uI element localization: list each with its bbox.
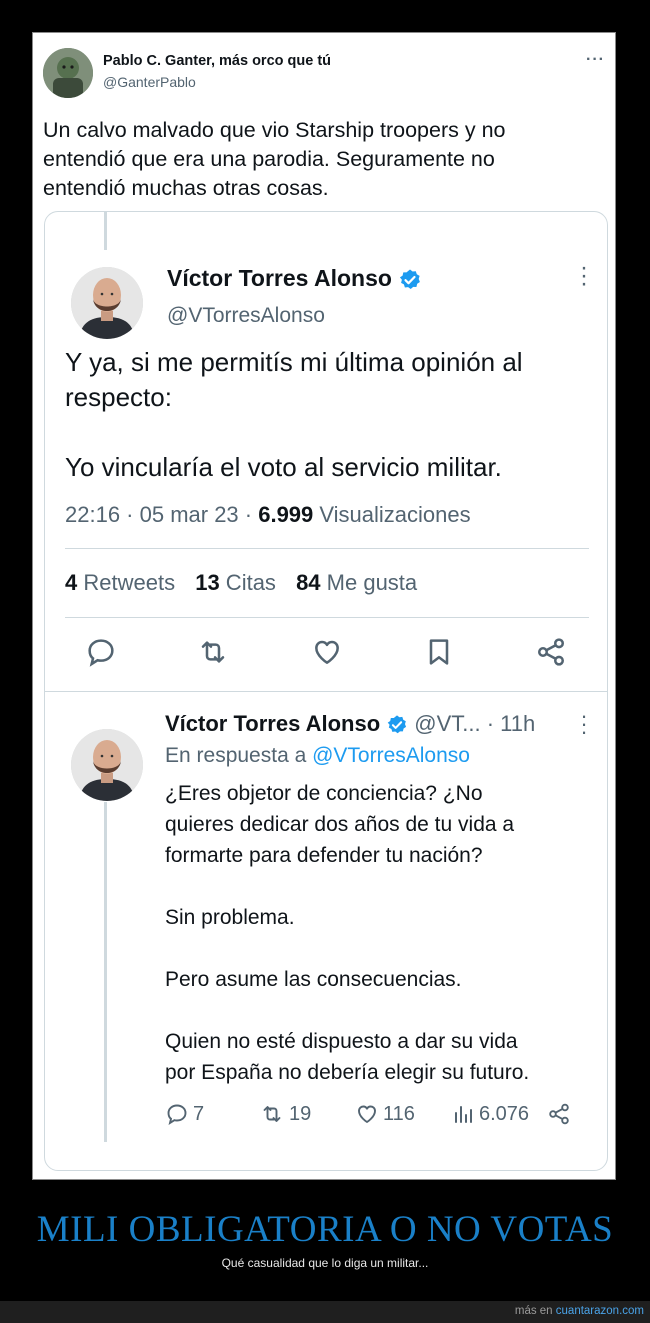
share-icon[interactable] bbox=[547, 1102, 571, 1126]
bald-man-avatar-icon bbox=[71, 729, 143, 801]
bald-man-avatar-icon bbox=[71, 267, 143, 339]
views-action[interactable]: 6.076 bbox=[451, 1102, 529, 1126]
quoted-author-name[interactable]: Víctor Torres Alonso bbox=[167, 265, 422, 292]
tweet-actions bbox=[65, 636, 589, 676]
reply-tweet-text: ¿Eres objetor de conciencia? ¿No quieres… bbox=[165, 782, 530, 1084]
reply-context: En respuesta a @VTorresAlonso bbox=[165, 744, 470, 768]
likes-count: 84 bbox=[296, 570, 321, 595]
views-count: 6.076 bbox=[479, 1102, 530, 1125]
reply-handle-time: @VT... · 11h bbox=[408, 711, 536, 736]
like-icon bbox=[358, 1105, 376, 1123]
bookmark-icon[interactable] bbox=[423, 636, 455, 668]
quoted-tweet-text: Y ya, si me permitís mi última opinión a… bbox=[65, 347, 523, 482]
like-count: 116 bbox=[383, 1102, 415, 1125]
reply-icon bbox=[167, 1104, 187, 1126]
reply-count: 7 bbox=[193, 1102, 205, 1125]
retweets-count: 4 bbox=[65, 570, 78, 595]
author-handle[interactable]: @GanterPablo bbox=[103, 74, 196, 90]
footer-bar: más en cuantarazon.com bbox=[0, 1301, 650, 1323]
reply-author[interactable]: Víctor Torres Alonso @VT... · 11h bbox=[165, 711, 535, 737]
retweet-icon bbox=[263, 1106, 281, 1122]
views-count: 6.999 bbox=[258, 502, 314, 527]
retweets-stat[interactable]: 4 Retweets bbox=[65, 570, 175, 595]
avatar[interactable] bbox=[71, 729, 143, 801]
author-name[interactable]: Pablo C. Ganter, más orco que tú bbox=[103, 53, 331, 69]
quotes-stat[interactable]: 13 Citas bbox=[195, 570, 276, 595]
caption-subtitle: Qué casualidad que lo diga un militar... bbox=[221, 1256, 429, 1270]
retweets-label: Retweets bbox=[77, 570, 176, 595]
timestamp-text: 22:16 · 05 mar 23 · bbox=[65, 502, 259, 527]
reply-author-name: Víctor Torres Alonso bbox=[165, 711, 381, 736]
site-link[interactable]: cuantarazon.com bbox=[556, 1305, 644, 1317]
quotes-count: 13 bbox=[195, 570, 220, 595]
quotes-label: Citas bbox=[219, 570, 276, 595]
divider bbox=[45, 691, 607, 692]
orc-avatar-icon bbox=[43, 48, 93, 98]
tweet-text: Un calvo malvado que vio Starship troope… bbox=[43, 118, 506, 200]
footer-prefix: más en bbox=[514, 1305, 556, 1317]
likes-stat[interactable]: 84 Me gusta bbox=[296, 570, 417, 595]
reply-icon[interactable] bbox=[85, 636, 117, 668]
retweet-count: 19 bbox=[289, 1102, 312, 1125]
share-icon[interactable] bbox=[535, 636, 567, 668]
engagement-stats: 4 Retweets 13 Citas 84 Me gusta bbox=[65, 570, 431, 596]
divider bbox=[65, 617, 589, 618]
caption-title: MILI OBLIGATORIA O NO VOTAS bbox=[36, 1209, 614, 1250]
thread-line bbox=[104, 212, 107, 250]
reply-to-link[interactable]: @VTorresAlonso bbox=[312, 744, 470, 767]
quoted-author-name-text: Víctor Torres Alonso bbox=[167, 265, 392, 291]
thread-line bbox=[104, 802, 107, 1142]
views-label: Visualizaciones bbox=[313, 502, 471, 527]
views-icon bbox=[455, 1106, 472, 1123]
reply-action[interactable]: 7 bbox=[165, 1102, 204, 1126]
reply-prefix: En respuesta a bbox=[165, 744, 313, 767]
screenshot-frame: Pablo C. Ganter, más orco que tú @Ganter… bbox=[32, 32, 616, 1180]
verified-badge-icon bbox=[399, 269, 420, 289]
retweet-action[interactable]: 19 bbox=[259, 1102, 311, 1126]
quoted-author-handle[interactable]: @VTorresAlonso bbox=[167, 304, 325, 328]
tweet-timestamp[interactable]: 22:16 · 05 mar 23 · 6.999 Visualizacione… bbox=[65, 502, 471, 528]
avatar[interactable] bbox=[43, 48, 93, 98]
like-icon[interactable] bbox=[311, 636, 343, 668]
more-options-icon[interactable]: ··· bbox=[579, 705, 589, 743]
footer-text: más en cuantarazon.com bbox=[515, 1305, 644, 1317]
verified-badge-icon bbox=[387, 715, 407, 734]
like-action[interactable]: 116 bbox=[355, 1102, 415, 1126]
reply-actions: 7 19 116 6.076 bbox=[165, 1102, 595, 1132]
likes-label: Me gusta bbox=[320, 570, 418, 595]
avatar[interactable] bbox=[71, 267, 143, 339]
embedded-tweet-card[interactable]: Víctor Torres Alonso @VTorresAlonso · · · … bbox=[44, 211, 608, 1171]
more-options-icon[interactable]: ··· bbox=[579, 256, 589, 296]
more-options-icon[interactable]: ··· bbox=[586, 51, 605, 69]
retweet-icon[interactable] bbox=[197, 636, 229, 668]
divider bbox=[65, 548, 589, 549]
